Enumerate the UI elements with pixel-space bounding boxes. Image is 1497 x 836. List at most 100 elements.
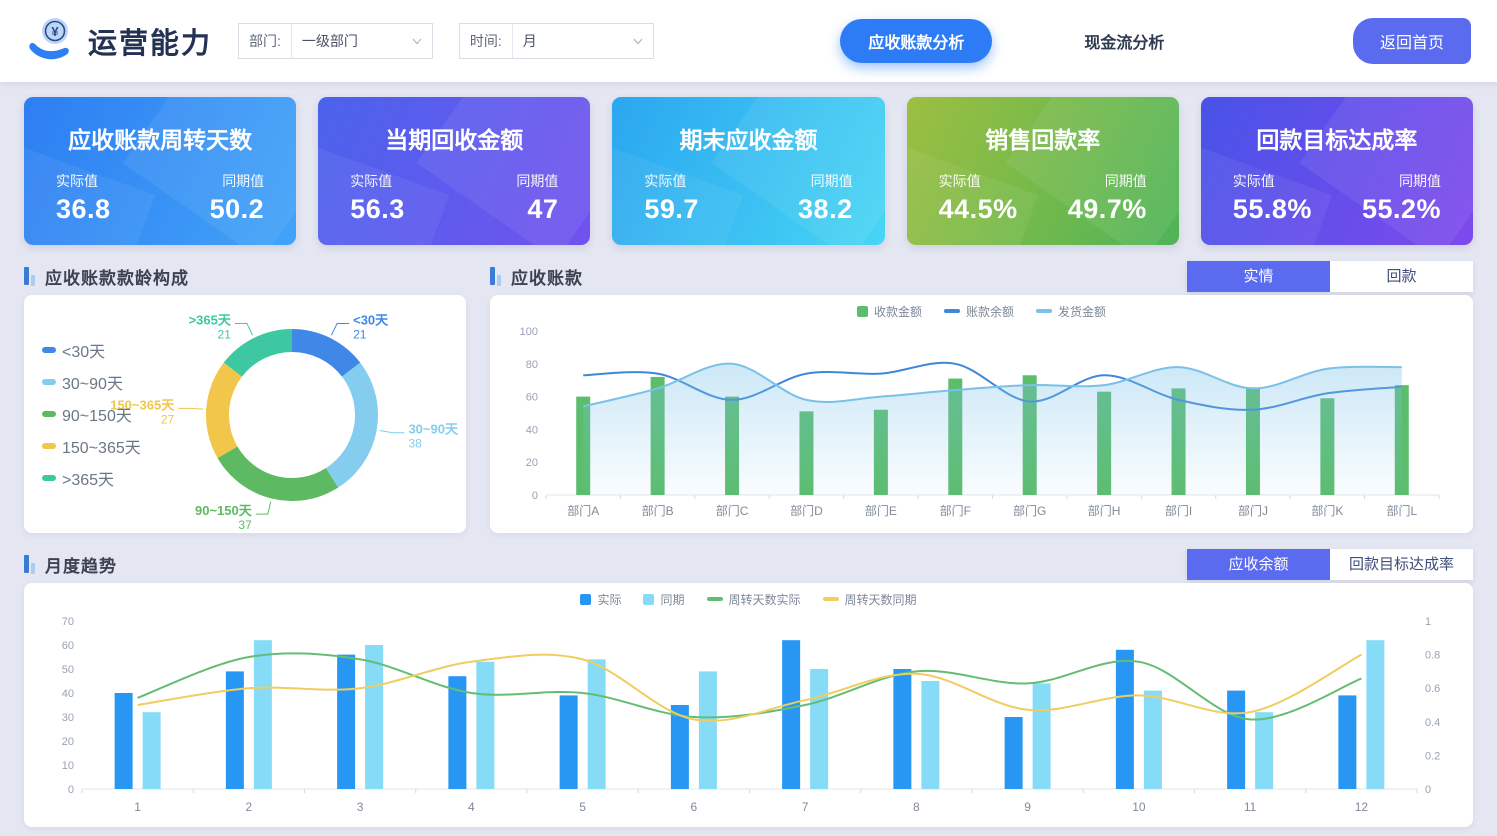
tab-receivables-analysis[interactable]: 应收账款分析 (840, 19, 992, 63)
svg-text:9: 9 (1024, 800, 1031, 814)
legend-item[interactable]: 同期 (643, 591, 684, 608)
time-filter-value[interactable]: 月 (513, 31, 631, 51)
svg-text:部门F: 部门F (940, 503, 971, 518)
chevron-down-icon (410, 34, 424, 48)
kpi-prev-value: 47 (527, 194, 558, 225)
receivable-chart-legend: 收款金额 账款余额 发货金额 (490, 301, 1473, 321)
legend-item[interactable]: 账款余额 (944, 303, 1014, 320)
kpi-prev-label: 同期值 (811, 171, 853, 191)
tab-receivable-balance[interactable]: 应收余额 (1187, 549, 1330, 580)
time-filter[interactable]: 时间: 月 (459, 23, 654, 59)
legend-item[interactable]: <30天 (42, 338, 141, 362)
aging-donut-card: <30天30~90天90~150天150~365天>365天 <30天2130~… (24, 295, 466, 533)
kpi-title: 应收账款周转天数 (24, 121, 296, 155)
kpi-title: 期末应收金额 (612, 121, 884, 155)
svg-text:部门J: 部门J (1238, 503, 1268, 518)
kpi-prev-label: 同期值 (1399, 171, 1441, 191)
svg-text:部门K: 部门K (1311, 503, 1343, 518)
legend-label: 30~90天 (62, 370, 123, 394)
legend-item[interactable]: 30~90天 (42, 370, 141, 394)
legend-label: 发货金额 (1058, 303, 1106, 320)
hand-coin-logo-icon: ¥ (26, 15, 78, 67)
svg-text:70: 70 (62, 616, 74, 628)
kpi-actual-value: 56.3 (350, 194, 405, 225)
legend-item[interactable]: >365天 (42, 466, 141, 490)
svg-text:60: 60 (526, 392, 538, 404)
kpi-actual-label: 实际值 (350, 171, 405, 191)
receivable-section-title: 应收账款 (511, 264, 583, 289)
kpi-prev-value: 38.2 (798, 194, 853, 225)
kpi-row: 应收账款周转天数 实际值36.8 同期值50.2 当期回收金额 实际值56.3 … (24, 97, 1473, 245)
svg-text:21: 21 (353, 328, 367, 342)
legend-swatch-icon (42, 443, 56, 449)
legend-item[interactable]: 收款金额 (857, 303, 922, 320)
department-filter-value[interactable]: 一级部门 (292, 31, 410, 51)
kpi-card-collection-rate: 销售回款率 实际值44.5% 同期值49.7% (907, 97, 1179, 245)
aging-section-title: 应收账款款龄构成 (45, 264, 189, 289)
legend-swatch-icon (42, 411, 56, 417)
legend-swatch-icon (580, 594, 591, 605)
kpi-card-ending-receivable: 期末应收金额 实际值59.7 同期值38.2 (612, 97, 884, 245)
legend-label: 账款余额 (966, 303, 1014, 320)
department-filter[interactable]: 部门: 一级部门 (238, 23, 433, 59)
legend-label: >365天 (62, 466, 114, 490)
title-marker-icon (490, 266, 501, 286)
legend-label: 周转天数实际 (729, 591, 801, 608)
svg-text:0.4: 0.4 (1425, 717, 1440, 729)
svg-text:0: 0 (68, 784, 74, 796)
legend-swatch-icon (944, 309, 960, 313)
svg-text:60: 60 (62, 640, 74, 652)
svg-text:0: 0 (532, 490, 538, 502)
department-filter-label: 部门: (239, 24, 292, 58)
receivable-section-header: 应收账款 实情 回款 (490, 259, 1473, 293)
trend-section-header: 月度趋势 应收余额 回款目标达成率 (24, 547, 1473, 581)
legend-item[interactable]: 90~150天 (42, 402, 141, 426)
tab-target-achievement-rate[interactable]: 回款目标达成率 (1330, 549, 1473, 580)
svg-text:8: 8 (913, 800, 920, 814)
kpi-actual-value: 55.8% (1233, 194, 1312, 225)
svg-text:4: 4 (468, 800, 475, 814)
app-header: ¥ 运营能力 部门: 一级部门 时间: 月 应收账款分析 现金流分析 返回首页 (0, 0, 1497, 82)
kpi-prev-label: 同期值 (1105, 171, 1147, 191)
legend-label: 实际 (597, 591, 621, 608)
receivable-tabs: 实情 回款 (1187, 261, 1473, 292)
legend-swatch-icon (42, 475, 56, 481)
svg-text:部门E: 部门E (865, 503, 897, 518)
svg-text:5: 5 (579, 800, 586, 814)
svg-text:部门B: 部门B (642, 503, 674, 518)
kpi-card-current-collection: 当期回收金额 实际值56.3 同期值47 (318, 97, 590, 245)
receivable-combo-chart: 020406080100部门A部门B部门C部门D部门E部门F部门G部门H部门I部… (504, 321, 1459, 521)
legend-label: 90~150天 (62, 402, 132, 426)
legend-item[interactable]: 周转天数同期 (823, 591, 917, 608)
kpi-actual-value: 36.8 (56, 194, 111, 225)
legend-item[interactable]: 150~365天 (42, 434, 141, 458)
svg-text:40: 40 (526, 424, 538, 436)
svg-text:100: 100 (520, 326, 538, 338)
trend-section-title: 月度趋势 (45, 552, 117, 577)
legend-item[interactable]: 发货金额 (1036, 303, 1106, 320)
back-home-button[interactable]: 返回首页 (1353, 18, 1471, 64)
kpi-prev-value: 55.2% (1362, 194, 1441, 225)
tab-cashflow-analysis[interactable]: 现金流分析 (1056, 19, 1192, 63)
svg-text:部门D: 部门D (790, 503, 823, 518)
legend-label: 同期 (660, 591, 684, 608)
legend-swatch-icon (707, 597, 723, 601)
svg-text:部门L: 部门L (1386, 503, 1417, 518)
legend-label: 150~365天 (62, 434, 141, 458)
kpi-title: 当期回收金额 (318, 121, 590, 155)
tab-repayment[interactable]: 回款 (1330, 261, 1473, 292)
legend-item[interactable]: 周转天数实际 (707, 591, 801, 608)
tab-actual-status[interactable]: 实情 (1187, 261, 1330, 292)
svg-text:0.2: 0.2 (1425, 750, 1440, 762)
svg-text:部门A: 部门A (567, 503, 599, 518)
aging-section-header: 应收账款款龄构成 (24, 259, 466, 293)
kpi-title: 回款目标达成率 (1201, 121, 1473, 155)
kpi-actual-label: 实际值 (939, 171, 1018, 191)
kpi-actual-label: 实际值 (56, 171, 111, 191)
legend-item[interactable]: 实际 (580, 591, 621, 608)
kpi-actual-value: 44.5% (939, 194, 1018, 225)
svg-text:38: 38 (408, 437, 422, 451)
svg-text:10: 10 (62, 760, 74, 772)
svg-text:80: 80 (526, 359, 538, 371)
svg-text:20: 20 (526, 457, 538, 469)
